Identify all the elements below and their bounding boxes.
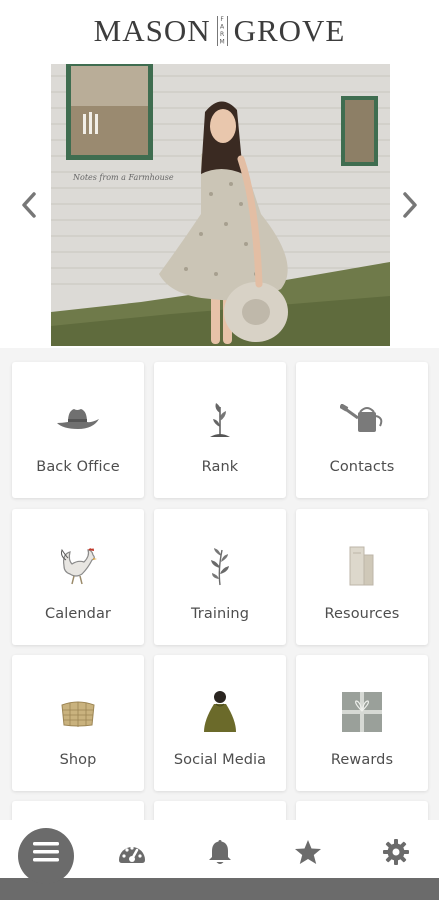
star-icon xyxy=(295,840,321,864)
tile-label: Rewards xyxy=(330,752,394,768)
tile-training[interactable]: Training xyxy=(154,509,286,645)
dashboard-gauge-icon xyxy=(119,846,145,863)
nav-favorites-button[interactable] xyxy=(278,832,338,872)
menu-icon xyxy=(33,842,59,862)
bottom-navigation xyxy=(0,820,439,900)
brand-logo: MASON FARM GROVE xyxy=(94,13,346,49)
carousel-next-button[interactable] xyxy=(397,188,423,222)
tile-label: Social Media xyxy=(173,752,267,768)
tile-label: Contacts xyxy=(329,459,395,475)
nav-dashboard-button[interactable] xyxy=(102,832,162,872)
logo-word-left: MASON xyxy=(93,13,211,48)
gear-icon xyxy=(383,839,409,865)
gift-box-icon xyxy=(332,689,392,735)
cowboy-hat-icon xyxy=(48,396,108,442)
tile-label: Calendar xyxy=(44,606,111,622)
hero-carousel[interactable]: Notes from a Farmhouse xyxy=(0,62,439,348)
nav-settings-button[interactable] xyxy=(366,832,426,872)
logo-word-middle: FARM xyxy=(216,16,228,46)
tile-row4-col1[interactable] xyxy=(12,801,144,820)
watering-can-icon xyxy=(332,396,392,442)
tile-shop[interactable]: Shop xyxy=(12,655,144,791)
tile-row4-col2[interactable] xyxy=(154,801,286,820)
tile-rank[interactable]: Rank xyxy=(154,362,286,498)
tile-contacts[interactable]: Contacts xyxy=(296,362,428,498)
bell-icon xyxy=(209,840,231,864)
tile-rewards[interactable]: Rewards xyxy=(296,655,428,791)
tile-label: Rank xyxy=(201,459,239,475)
tile-row4-col3[interactable] xyxy=(296,801,428,820)
basket-icon xyxy=(48,689,108,735)
tile-resources[interactable]: Resources xyxy=(296,509,428,645)
tile-label: Training xyxy=(190,606,249,622)
hero-photo-image: Notes from a Farmhouse xyxy=(51,64,390,346)
tile-back-office[interactable]: Back Office xyxy=(12,362,144,498)
chevron-right-icon xyxy=(403,192,417,218)
branch-icon xyxy=(190,543,250,589)
tile-calendar[interactable]: Calendar xyxy=(12,509,144,645)
chevron-left-icon xyxy=(22,192,36,218)
sprout-icon xyxy=(190,396,250,442)
carousel-prev-button[interactable] xyxy=(16,188,42,222)
app-header: MASON FARM GROVE xyxy=(0,0,439,62)
person-icon xyxy=(190,689,250,735)
logo-word-right: GROVE xyxy=(233,13,346,48)
bottom-nav-bar xyxy=(0,878,439,900)
tile-label: Shop xyxy=(59,752,97,768)
hero-photo[interactable]: Notes from a Farmhouse xyxy=(51,64,390,346)
tile-social-media[interactable]: Social Media xyxy=(154,655,286,791)
nav-notifications-button[interactable] xyxy=(190,832,250,872)
photo-script-text: Notes from a Farmhouse xyxy=(72,173,174,182)
tile-label: Resources xyxy=(324,606,400,622)
rooster-icon xyxy=(48,543,108,589)
books-icon xyxy=(332,543,392,589)
menu-tile-grid: Back Office Rank Contacts Calendar Train… xyxy=(0,348,439,820)
nav-menu-button[interactable] xyxy=(16,832,76,872)
tile-label: Back Office xyxy=(36,459,120,475)
